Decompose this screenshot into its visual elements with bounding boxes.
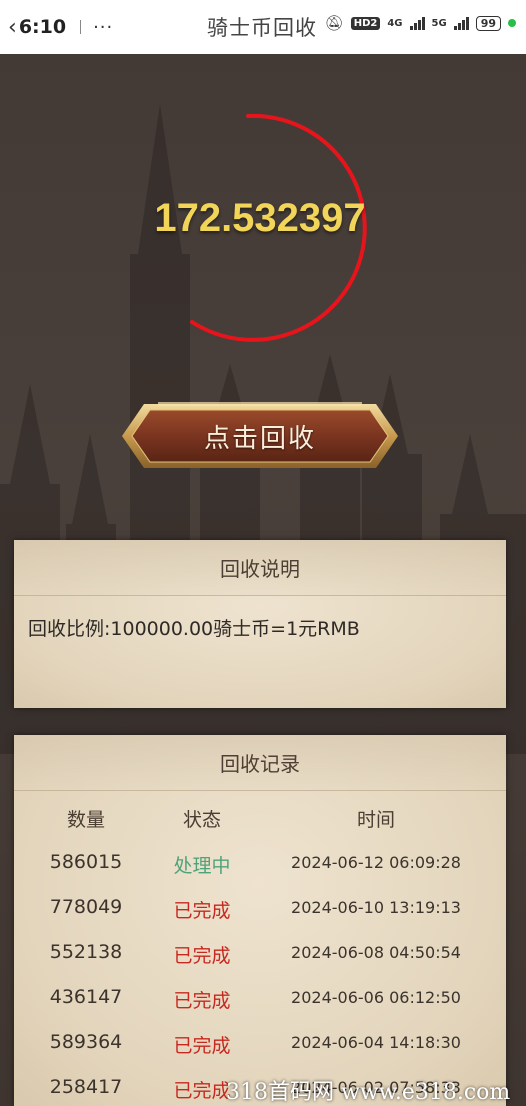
signal-bars-icon: [409, 16, 425, 30]
hd-badge: HD2: [350, 16, 381, 30]
status-cell: 处理中: [173, 855, 231, 877]
column-time: 时间: [356, 809, 395, 831]
time-cell: 2024-06-10 13:19:13: [291, 898, 461, 917]
table-row: 778049 已完成 2024-06-10 13:19:13: [14, 896, 506, 926]
description-panel: 回收说明 回收比例:100000.00骑士币=1元RMB: [14, 540, 506, 708]
coin-balance: 172.532397: [154, 196, 366, 240]
quantity-cell: 436147: [49, 986, 123, 1008]
table-header: 数量 状态 时间: [14, 805, 506, 835]
divider: [80, 20, 82, 34]
status-cell: 已完成: [173, 1035, 231, 1057]
status-time: 6:10: [18, 16, 67, 38]
records-title: 回收记录: [14, 735, 506, 791]
table-row: 436147 已完成 2024-06-06 06:12:50: [14, 986, 506, 1016]
battery-icon: 99: [475, 15, 501, 31]
quantity-cell: 552138: [49, 941, 123, 963]
quantity-cell: 586015: [49, 851, 123, 873]
signal-bars-icon: [453, 16, 469, 30]
table-row: 552138 已完成 2024-06-08 04:50:54: [14, 941, 506, 971]
records-panel: 回收记录 数量 状态 时间 586015 处理中 2024-06-12 06:09:…: [14, 735, 506, 1106]
exchange-rate-text: 回收比例:100000.00骑士币=1元RMB: [28, 618, 360, 640]
more-icon[interactable]: ···: [93, 17, 113, 38]
status-bar: ‹ 6:10 ··· 骑士币回收 🔕︎ HD2 4G 5G 99: [0, 0, 526, 54]
description-title: 回收说明: [14, 540, 506, 596]
column-quantity: 数量: [66, 809, 105, 831]
watermark: 318首码网 www.e318.com: [226, 1080, 511, 1105]
status-cell: 已完成: [173, 900, 231, 922]
column-status: 状态: [182, 809, 221, 831]
time-cell: 2024-06-04 14:18:30: [291, 1033, 461, 1052]
page-title: 骑士币回收: [207, 16, 317, 40]
quantity-cell: 258417: [49, 1076, 123, 1098]
quantity-cell: 778049: [49, 896, 123, 918]
time-cell: 2024-06-08 04:50:54: [291, 943, 461, 962]
privacy-dot-icon: [508, 19, 516, 27]
recycle-button-label[interactable]: 点击回收: [118, 396, 402, 476]
table-row: 586015 处理中 2024-06-12 06:09:28: [14, 851, 506, 881]
back-icon[interactable]: ‹: [8, 15, 17, 40]
status-cell: 已完成: [173, 990, 231, 1012]
signal-4g-label: 4G: [387, 17, 403, 29]
mute-bell-icon: 🔕︎: [324, 14, 344, 32]
time-cell: 2024-06-06 06:12:50: [291, 988, 461, 1007]
status-cell: 已完成: [173, 945, 231, 967]
signal-5g-label: 5G: [431, 17, 447, 29]
time-cell: 2024-06-12 06:09:28: [291, 853, 461, 872]
quantity-cell: 589364: [49, 1031, 123, 1053]
recycle-button[interactable]: 点击回收: [118, 396, 402, 476]
table-row: 589364 已完成 2024-06-04 14:18:30: [14, 1031, 506, 1061]
